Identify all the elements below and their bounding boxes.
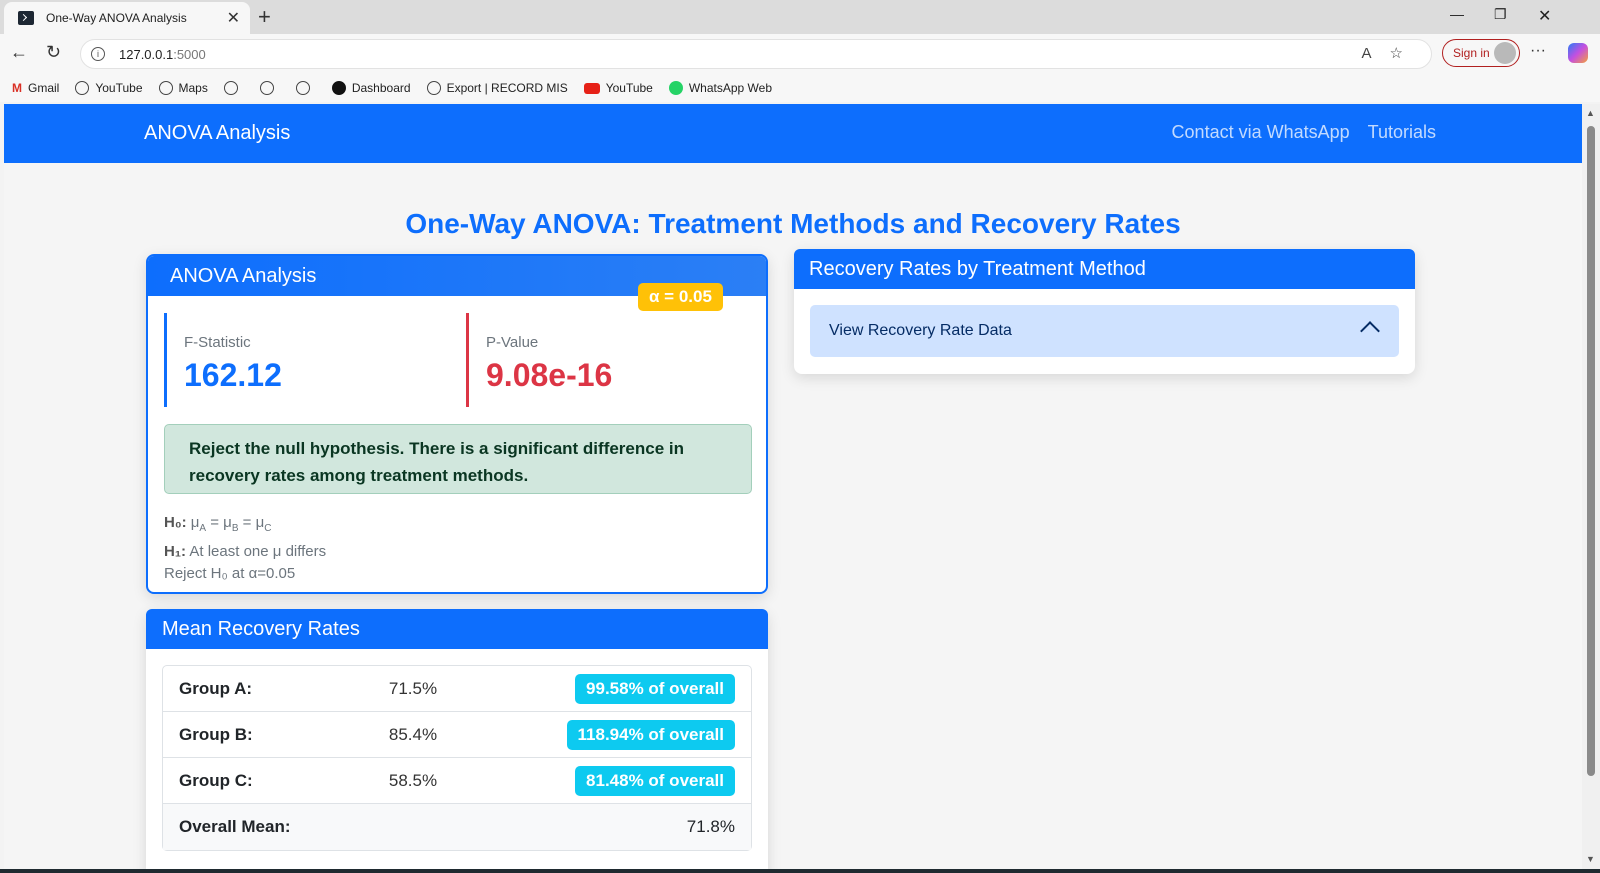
- percent-badge: 81.48% of overall: [575, 766, 735, 796]
- tab-title: One-Way ANOVA Analysis: [46, 11, 187, 25]
- bookmark-youtube-2[interactable]: YouTube: [583, 81, 653, 95]
- decision-alert: Reject the null hypothesis. There is a s…: [164, 424, 752, 494]
- bookmark-dashboard[interactable]: Dashboard: [331, 81, 411, 95]
- bookmark-unnamed-2[interactable]: [259, 81, 280, 95]
- sign-in-button[interactable]: Sign in: [1442, 39, 1520, 67]
- bookmark-unnamed-3[interactable]: [295, 81, 316, 95]
- globe-icon: [295, 81, 310, 95]
- globe-icon: [426, 81, 441, 95]
- f-statistic-block: F-Statistic 162.12: [164, 313, 282, 407]
- browser-tab[interactable]: One-Way ANOVA Analysis ✕: [4, 2, 250, 34]
- mean-recovery-card: Mean Recovery Rates Group A: 71.5% 99.58…: [146, 609, 768, 869]
- rates-card-header: Recovery Rates by Treatment Method: [794, 249, 1415, 289]
- h1-text: At least one μ differs: [189, 542, 327, 560]
- avatar-icon: [1494, 42, 1516, 64]
- globe-icon: [223, 81, 238, 95]
- back-icon[interactable]: ←: [10, 42, 28, 63]
- terminal-favicon-icon: [18, 11, 34, 25]
- page-scrollbar[interactable]: ▲ ▼: [1582, 104, 1600, 869]
- alt-hypothesis: H₁: At least one μ differs: [164, 541, 326, 564]
- null-hypothesis: H₀: μA = μB = μC: [164, 514, 272, 534]
- recovery-rates-card: Recovery Rates by Treatment Method View …: [794, 249, 1415, 374]
- navbar-brand[interactable]: ANOVA Analysis: [144, 122, 290, 145]
- list-item: Group C: 58.5% 81.48% of overall: [163, 758, 751, 804]
- dashboard-icon: [331, 81, 346, 95]
- alpha-badge: α = 0.05: [638, 283, 723, 311]
- bookmark-whatsapp-web[interactable]: WhatsApp Web: [668, 81, 773, 95]
- bookmark-maps[interactable]: Maps: [158, 81, 208, 95]
- new-tab-icon[interactable]: +: [258, 4, 271, 30]
- page-viewport: ANOVA Analysis Contact via WhatsApp Tuto…: [4, 104, 1582, 869]
- reload-icon[interactable]: ↻: [46, 42, 61, 63]
- hypotheses-block: H₀: μA = μB = μC H₁: At least one μ diff…: [164, 512, 326, 586]
- minimize-icon[interactable]: —: [1450, 6, 1464, 22]
- bookmark-label: YouTube: [605, 81, 653, 95]
- bookmark-label: Gmail: [28, 81, 60, 95]
- favorite-star-icon[interactable]: ☆: [1390, 45, 1421, 62]
- gmail-icon: M: [12, 81, 22, 95]
- bookmark-youtube[interactable]: YouTube: [75, 81, 143, 95]
- overall-mean-label: Overall Mean:: [179, 817, 291, 836]
- bookmark-unnamed-1[interactable]: [223, 81, 244, 95]
- means-card-header: Mean Recovery Rates: [146, 609, 768, 649]
- reject-rule: Reject H₀ at α=0.05: [164, 565, 296, 582]
- bookmark-label: WhatsApp Web: [688, 81, 773, 95]
- whatsapp-icon: [668, 81, 683, 95]
- means-list: Group A: 71.5% 99.58% of overall Group B…: [162, 665, 752, 851]
- p-value-value: 9.08e-16: [486, 357, 613, 393]
- bookmark-label: Dashboard: [351, 81, 411, 95]
- site-navbar: ANOVA Analysis Contact via WhatsApp Tuto…: [4, 104, 1582, 163]
- bookmark-label: YouTube: [95, 81, 143, 95]
- sign-in-label: Sign in: [1453, 46, 1490, 60]
- close-tab-icon[interactable]: ✕: [227, 8, 240, 28]
- youtube-icon: [583, 82, 600, 94]
- f-statistic-value: 162.12: [184, 357, 282, 393]
- scroll-down-icon[interactable]: ▼: [1586, 854, 1595, 864]
- h0-label: H₀:: [164, 514, 187, 531]
- list-item: Group B: 85.4% 118.94% of overall: [163, 712, 751, 758]
- site-info-icon[interactable]: i: [91, 47, 105, 61]
- nav-link-whatsapp[interactable]: Contact via WhatsApp: [1172, 122, 1350, 143]
- nav-link-tutorials[interactable]: Tutorials: [1368, 122, 1436, 143]
- window-close-icon[interactable]: ✕: [1538, 6, 1551, 26]
- scroll-up-icon[interactable]: ▲: [1586, 108, 1595, 118]
- p-value-block: P-Value 9.08e-16: [466, 313, 612, 407]
- browser-tab-strip: One-Way ANOVA Analysis ✕ + — ❐ ✕: [0, 0, 1600, 34]
- globe-icon: [158, 81, 173, 95]
- overall-mean-value: 71.8%: [686, 817, 735, 836]
- p-value-label: P-Value: [486, 334, 539, 351]
- read-aloud-icon[interactable]: A: [1362, 45, 1390, 62]
- globe-icon: [75, 81, 90, 95]
- page-title: One-Way ANOVA: Treatment Methods and Rec…: [405, 208, 1181, 239]
- restore-icon[interactable]: ❐: [1494, 6, 1507, 23]
- percent-badge: 99.58% of overall: [575, 674, 735, 704]
- bookmark-export-record-mis[interactable]: Export | RECORD MIS: [426, 81, 568, 95]
- globe-icon: [259, 81, 274, 95]
- percent-badge: 118.94% of overall: [566, 720, 735, 750]
- recovery-data-accordion-button[interactable]: View Recovery Rate Data: [810, 305, 1399, 357]
- url-port: :5000: [173, 46, 206, 62]
- copilot-icon[interactable]: [1568, 43, 1588, 63]
- f-statistic-label: F-Statistic: [184, 334, 251, 351]
- url-input[interactable]: i 127.0.0.1:5000 A☆: [80, 39, 1432, 69]
- bookmarks-bar: M Gmail YouTube Maps Dashboard Export | R…: [0, 74, 1600, 102]
- h1-label: H₁:: [164, 542, 187, 560]
- more-menu-icon[interactable]: ···: [1530, 42, 1546, 60]
- accordion-label: View Recovery Rate Data: [829, 322, 1012, 339]
- url-host: 127.0.0.1: [119, 46, 174, 62]
- bookmark-gmail[interactable]: M Gmail: [12, 81, 59, 95]
- overall-mean-row: Overall Mean: 71.8%: [163, 804, 751, 850]
- taskbar-strip: [0, 869, 1600, 873]
- address-bar-row: ← ↻ i 127.0.0.1:5000 A☆ Sign in ···: [0, 34, 1600, 74]
- bookmark-label: Export | RECORD MIS: [446, 81, 568, 95]
- chevron-up-icon: [1360, 321, 1380, 341]
- bookmark-label: Maps: [178, 81, 208, 95]
- anova-analysis-card: ANOVA Analysis α = 0.05 F-Statistic 162.…: [146, 254, 768, 594]
- list-item: Group A: 71.5% 99.58% of overall: [163, 666, 751, 712]
- scrollbar-thumb[interactable]: [1587, 126, 1595, 776]
